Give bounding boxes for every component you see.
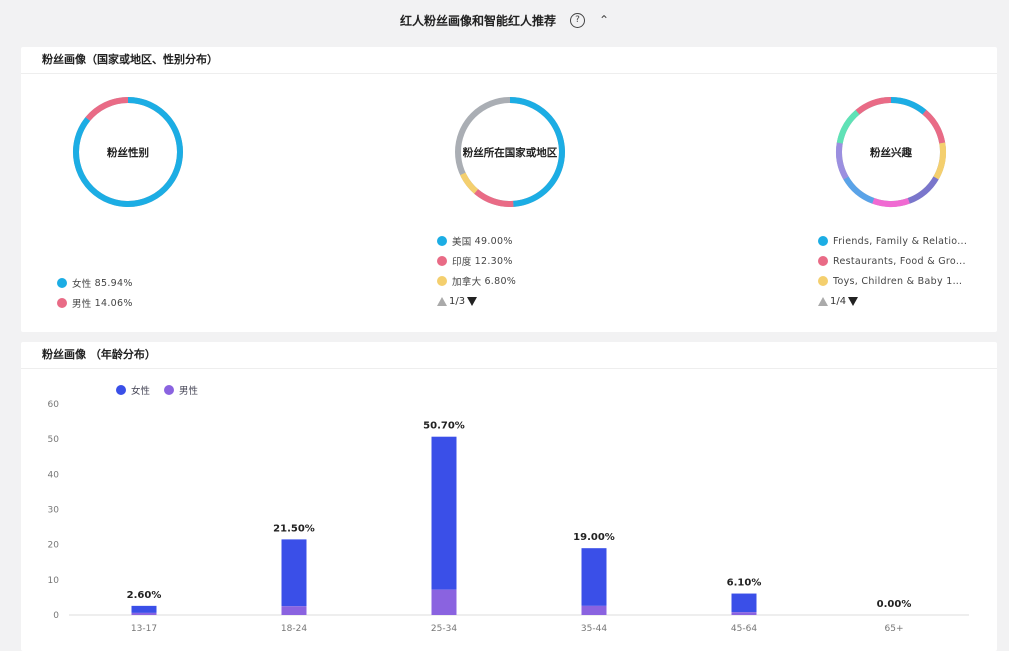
legend-value: 14.06% xyxy=(94,297,133,309)
interest-donut: 粉丝兴趣 xyxy=(832,93,950,211)
bar-male-18-24[interactable] xyxy=(281,606,307,615)
legend-dot xyxy=(818,276,828,286)
legend-item-interest-3[interactable]: Toys, Children & Baby 10... xyxy=(818,271,968,291)
bar-male-13-17[interactable] xyxy=(131,612,157,615)
y-tick-label: 30 xyxy=(48,506,60,516)
x-tick-label: 18-24 xyxy=(281,624,307,634)
bar-female-18-24[interactable] xyxy=(281,539,307,607)
x-tick-label: 65+ xyxy=(885,624,904,634)
legend-label: 女性 xyxy=(72,279,92,290)
country-donut: 粉丝所在国家或地区 xyxy=(451,93,569,211)
prev-page-icon[interactable] xyxy=(818,296,828,306)
age-card: 粉丝画像 （年龄分布） 0 10 20 30 40 50 60 2.60% 13-17 21.50… xyxy=(21,342,997,651)
legend-item-india[interactable]: 印度 12.30% xyxy=(437,251,516,271)
x-tick-label: 45-64 xyxy=(731,624,757,634)
y-tick-label: 10 xyxy=(48,576,60,586)
x-tick-label: 25-34 xyxy=(431,624,457,634)
legend-item-canada[interactable]: 加拿大 6.80% xyxy=(437,271,516,291)
x-tick-label: 13-17 xyxy=(131,624,157,634)
legend-dot xyxy=(818,256,828,266)
country-donut-label: 粉丝所在国家或地区 xyxy=(462,146,558,159)
legend-label: 印度 xyxy=(452,257,472,268)
profile-card: 粉丝画像（国家或地区、性别分布） 粉丝性别 女性 85.94% 男性 14.06… xyxy=(21,47,997,332)
bar-male-35-44[interactable] xyxy=(581,605,607,615)
legend-label: 美国 xyxy=(452,237,472,248)
bar-data-label: 21.50% xyxy=(273,523,315,534)
next-page-icon[interactable] xyxy=(848,296,859,306)
bar-data-label: 19.00% xyxy=(573,532,615,543)
legend-dot xyxy=(437,236,447,246)
legend-value: 12.30% xyxy=(474,255,513,267)
legend-item-usa[interactable]: 美国 49.00% xyxy=(437,231,516,251)
gender-donut-label: 粉丝性别 xyxy=(107,146,149,159)
legend-dot xyxy=(116,385,126,395)
legend-label: 男性 xyxy=(179,386,199,397)
legend-dot xyxy=(437,276,447,286)
profile-card-title: 粉丝画像（国家或地区、性别分布） xyxy=(21,47,997,74)
legend-label: Friends, Family & Relatio... xyxy=(833,235,968,247)
legend-dot xyxy=(57,298,67,308)
y-tick-label: 50 xyxy=(48,435,60,445)
bar-female-45-64[interactable] xyxy=(731,593,757,613)
x-tick-label: 35-44 xyxy=(581,624,607,634)
legend-value: 49.00% xyxy=(474,235,513,247)
y-tick-label: 0 xyxy=(53,611,59,621)
bar-female-35-44[interactable] xyxy=(581,548,607,606)
bar-data-label: 6.10% xyxy=(727,578,762,589)
next-page-icon[interactable] xyxy=(467,296,478,306)
section-header: 红人粉丝画像和智能红人推荐 ? ⌃ xyxy=(0,0,1009,40)
collapse-chevron-icon[interactable]: ⌃ xyxy=(599,13,609,27)
legend-dot xyxy=(164,385,175,395)
country-legend: 美国 49.00% 印度 12.30% 加拿大 6.80% 1/3 xyxy=(437,231,516,311)
legend-label: 男性 xyxy=(72,299,92,310)
y-tick-label: 60 xyxy=(48,400,60,410)
interest-donut-label: 粉丝兴趣 xyxy=(870,146,912,159)
legend-label: 加拿大 xyxy=(452,277,482,288)
bar-male-25-34[interactable] xyxy=(431,589,457,615)
age-chart-legend: 女性 男性 xyxy=(116,382,198,398)
page-indicator: 1/3 xyxy=(449,295,466,307)
legend-label: Toys, Children & Baby 10... xyxy=(833,275,968,287)
legend-item-male[interactable]: 男性 xyxy=(164,382,198,398)
legend-item-male[interactable]: 男性 14.06% xyxy=(57,293,133,313)
bar-female-25-34[interactable] xyxy=(431,436,457,590)
y-tick-label: 40 xyxy=(48,470,60,480)
interest-legend: Friends, Family & Relatio... Restaurants… xyxy=(818,231,968,311)
legend-item-interest-1[interactable]: Friends, Family & Relatio... xyxy=(818,231,968,251)
legend-item-female[interactable]: 女性 85.94% xyxy=(57,273,133,293)
gender-donut: 粉丝性别 xyxy=(69,93,187,211)
legend-dot xyxy=(437,256,447,266)
page-indicator: 1/4 xyxy=(830,295,847,307)
help-icon[interactable]: ? xyxy=(569,12,585,28)
legend-item-interest-2[interactable]: Restaurants, Food & Gro... xyxy=(818,251,968,271)
bar-data-label: 50.70% xyxy=(423,421,465,432)
prev-page-icon[interactable] xyxy=(437,296,447,306)
legend-item-female[interactable]: 女性 xyxy=(116,382,150,398)
y-tick-label: 20 xyxy=(48,541,60,551)
interest-pager: 1/4 xyxy=(818,291,968,311)
bar-data-label: 0.00% xyxy=(877,599,912,610)
legend-value: 6.80% xyxy=(484,275,517,287)
gender-legend: 女性 85.94% 男性 14.06% xyxy=(57,273,133,313)
bar-data-label: 2.60% xyxy=(127,590,162,601)
legend-label: 女性 xyxy=(131,386,151,397)
legend-label: Restaurants, Food & Gro... xyxy=(833,255,966,267)
country-pager: 1/3 xyxy=(437,291,516,311)
legend-value: 85.94% xyxy=(94,277,133,289)
bar-female-13-17[interactable] xyxy=(131,605,157,613)
legend-dot xyxy=(818,236,828,246)
legend-dot xyxy=(57,278,67,288)
section-title: 红人粉丝画像和智能红人推荐 xyxy=(399,13,556,28)
bar-male-45-64[interactable] xyxy=(731,612,757,615)
